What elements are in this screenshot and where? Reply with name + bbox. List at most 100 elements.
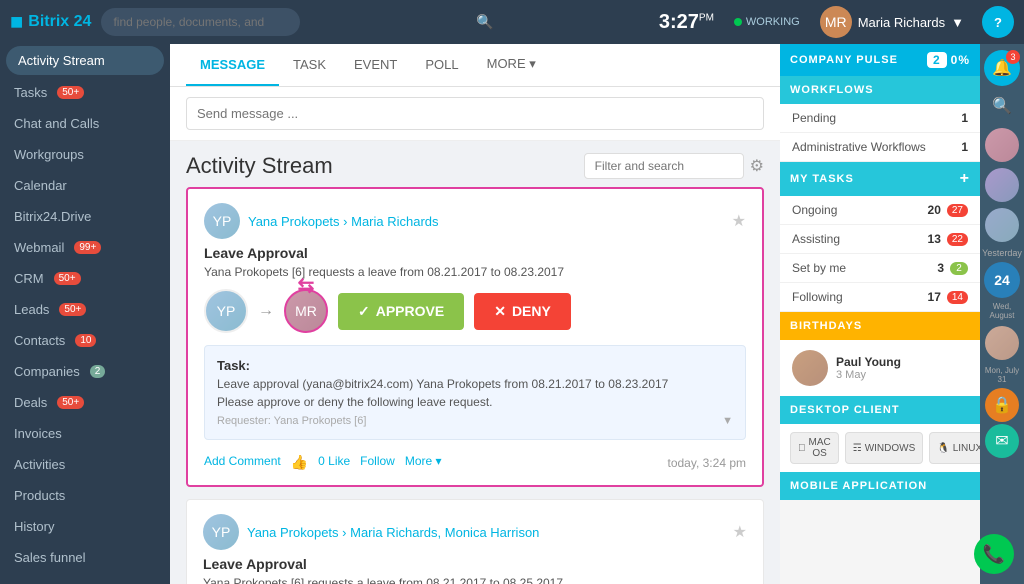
sidebar-item-activity-stream[interactable]: Activity Stream <box>6 46 164 75</box>
sidebar-item-chat-and-calls[interactable]: Chat and Calls <box>0 108 170 139</box>
my-tasks-setbyme-row[interactable]: Set by me 3 2 <box>780 254 980 283</box>
sidebar-item-tasks[interactable]: Tasks 50+ <box>0 77 170 108</box>
crm-badge: 50+ <box>54 272 81 285</box>
avatar: MR <box>820 6 852 38</box>
sidebar-item-label: Chat and Calls <box>14 116 99 131</box>
card-names-1: Yana Prokopets › Maria Richards <box>248 214 439 229</box>
message-input[interactable] <box>186 97 764 130</box>
app-name: Bitrix 24 <box>28 13 91 31</box>
sidebar-item-calendar[interactable]: Calendar <box>0 170 170 201</box>
sidebar-item-leads[interactable]: Leads 50+ <box>0 294 170 325</box>
stream-title: Activity Stream <box>186 153 333 179</box>
more-button[interactable]: More ▾ <box>405 454 442 471</box>
sidebar-item-label: Contacts <box>14 333 65 348</box>
work-status[interactable]: WORKING <box>734 16 800 28</box>
top-navigation: ■ Bitrix 24 🔍 3:27PM WORKING MR Maria Ri… <box>0 0 1024 44</box>
user-avatar-2[interactable] <box>985 168 1019 202</box>
mac-os-button[interactable]:  MAC OS <box>790 432 839 464</box>
card-names-2: Yana Prokopets › Maria Richards, Monica … <box>247 525 539 540</box>
user-avatar-3[interactable] <box>985 208 1019 242</box>
wed-label: Wed, August <box>980 300 1024 322</box>
stream-search-input[interactable] <box>584 153 744 179</box>
add-task-button[interactable]: + <box>960 170 970 188</box>
follow-button[interactable]: Follow <box>360 454 395 471</box>
card2-arrow: › <box>342 525 350 540</box>
following-counts: 17 14 <box>928 290 968 304</box>
desktop-client-buttons:  MAC OS ☶ WINDOWS 🐧 LINUX <box>780 424 980 472</box>
flow-avatar-from: YP <box>204 289 248 333</box>
sidebar-item-label: Sales funnel <box>14 550 86 565</box>
message-icon[interactable]: ✉ <box>985 424 1019 458</box>
workflows-header: WORKFLOWS <box>780 76 980 104</box>
settings-icon[interactable]: ⚙ <box>750 156 764 176</box>
sidebar-item-history[interactable]: History <box>0 511 170 542</box>
help-button[interactable]: ? <box>982 6 1014 38</box>
card-user-2: YP Yana Prokopets › Maria Richards, Moni… <box>203 514 539 550</box>
workflows-admin-row[interactable]: Administrative Workflows 1 <box>780 133 980 162</box>
task-requester: Requester: Yana Prokopets [6] ▼ <box>217 415 733 427</box>
deny-button[interactable]: ✕ DENY <box>474 293 571 330</box>
mobile-app-section: MOBILE APPLICATION <box>780 472 980 500</box>
sidebar-item-sales-funnel[interactable]: Sales funnel <box>0 542 170 573</box>
windows-button[interactable]: ☶ WINDOWS <box>845 432 924 464</box>
tab-task[interactable]: TASK <box>279 45 340 86</box>
leads-badge: 50+ <box>59 303 86 316</box>
search-input[interactable] <box>101 8 300 36</box>
user-avatar-4[interactable] <box>985 326 1019 360</box>
workflows-pending-row[interactable]: Pending 1 <box>780 104 980 133</box>
search-icon[interactable]: 🔍 <box>984 88 1020 124</box>
birthday-name: Paul Young <box>836 355 901 369</box>
sidebar-item-crm[interactable]: CRM 50+ <box>0 263 170 294</box>
linux-icon: 🐧 <box>937 443 949 454</box>
notifications-icon[interactable]: 🔔 3 <box>984 50 1020 86</box>
setbyme-counts: 3 2 <box>937 261 968 275</box>
sidebar-item-companies[interactable]: Companies 2 <box>0 356 170 387</box>
tab-event[interactable]: EVENT <box>340 45 411 86</box>
deals-badge: 50+ <box>57 396 84 409</box>
sidebar-item-webmail[interactable]: Webmail 99+ <box>0 232 170 263</box>
lock-icon[interactable]: 🔒 <box>985 388 1019 422</box>
search-icon[interactable]: 🔍 <box>476 14 493 31</box>
star-icon-1[interactable]: ★ <box>732 211 746 231</box>
sidebar-item-label: Leads <box>14 302 49 317</box>
flow-avatar-to-wrap: MR ⇆ <box>284 289 328 333</box>
card-subtitle-2: Yana Prokopets [6] requests a leave from… <box>203 576 747 584</box>
user-menu[interactable]: MR Maria Richards ▼ <box>820 6 964 38</box>
sidebar-item-products[interactable]: Products <box>0 480 170 511</box>
mon-label: Mon, July 31 <box>980 364 1024 386</box>
star-icon-2[interactable]: ★ <box>733 522 747 542</box>
tab-more[interactable]: MORE ▾ <box>473 44 550 86</box>
sidebar-item-reports[interactable]: Reports <box>0 573 170 584</box>
sidebar-item-workgroups[interactable]: Workgroups <box>0 139 170 170</box>
approve-button[interactable]: ✓ APPROVE <box>338 293 464 330</box>
sidebar-item-bitrix24drive[interactable]: Bitrix24.Drive <box>0 201 170 232</box>
birthdays-header: BIRTHDAYS <box>780 312 980 340</box>
add-comment-button[interactable]: Add Comment <box>204 454 281 471</box>
sidebar-item-activities[interactable]: Activities <box>0 449 170 480</box>
my-tasks-following-row[interactable]: Following 17 14 <box>780 283 980 312</box>
phone-button[interactable]: 📞 <box>974 534 1014 574</box>
calendar-icon-24[interactable]: 24 <box>984 262 1020 298</box>
user-avatar-1[interactable] <box>985 128 1019 162</box>
my-tasks-assisting-row[interactable]: Assisting 13 22 <box>780 225 980 254</box>
linux-button[interactable]: 🐧 LINUX <box>929 432 980 464</box>
sidebar: Activity Stream Tasks 50+ Chat and Calls… <box>0 44 170 584</box>
webmail-badge: 99+ <box>74 241 101 254</box>
tab-poll[interactable]: POLL <box>411 45 472 86</box>
card-arrow: › <box>343 214 351 229</box>
workflows-section: WORKFLOWS Pending 1 Administrative Workf… <box>780 76 980 162</box>
sidebar-item-deals[interactable]: Deals 50+ <box>0 387 170 418</box>
tab-message[interactable]: MESSAGE <box>186 45 279 86</box>
sidebar-item-label: Webmail <box>14 240 64 255</box>
sidebar-item-invoices[interactable]: Invoices <box>0 418 170 449</box>
sidebar-item-contacts[interactable]: Contacts 10 <box>0 325 170 356</box>
checkmark-icon: ✓ <box>358 303 370 320</box>
task-text: Leave approval (yana@bitrix24.com) Yana … <box>217 377 733 391</box>
my-tasks-ongoing-row[interactable]: Ongoing 20 27 <box>780 196 980 225</box>
company-pulse-section: COMPANY PULSE 2 0% <box>780 44 980 76</box>
birthday-card: Paul Young 3 May <box>780 340 980 396</box>
expand-icon[interactable]: ▼ <box>722 415 733 427</box>
like-button[interactable]: 0 Like <box>318 454 350 471</box>
sidebar-item-label: CRM <box>14 271 44 286</box>
sidebar-item-label: Activity Stream <box>18 53 105 68</box>
